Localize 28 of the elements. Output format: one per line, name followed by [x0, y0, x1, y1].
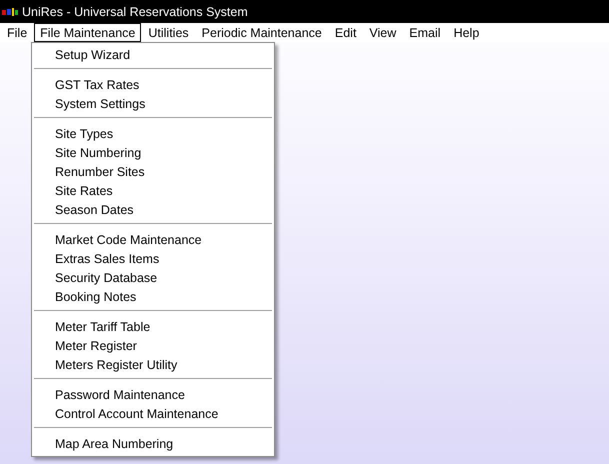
menu-item[interactable]: Site Types: [32, 124, 274, 143]
menu-bar-item[interactable]: Email: [403, 23, 447, 42]
menu-item[interactable]: System Settings: [32, 94, 274, 113]
menu-item[interactable]: Site Numbering: [32, 143, 274, 162]
menu-bar-item[interactable]: Periodic Maintenance: [196, 23, 328, 42]
menu-item[interactable]: Extras Sales Items: [32, 249, 274, 268]
menu-item[interactable]: Password Maintenance: [32, 385, 274, 404]
menu-item[interactable]: Setup Wizard: [32, 45, 274, 64]
menu-item[interactable]: Map Area Numbering: [32, 434, 274, 453]
menu-item[interactable]: Security Database: [32, 268, 274, 287]
menu-bar-item[interactable]: Help: [448, 23, 486, 42]
menu-item[interactable]: Site Rates: [32, 181, 274, 200]
window-title: UniRes - Universal Reservations System: [22, 4, 248, 18]
app-logo-icon: [2, 6, 18, 16]
menu-bar-item[interactable]: File Maintenance: [34, 23, 142, 42]
menu-bar-item[interactable]: Edit: [328, 23, 362, 42]
menu-bar-item[interactable]: Utilities: [142, 23, 195, 42]
menu-item[interactable]: GST Tax Rates: [32, 75, 274, 94]
menu-item[interactable]: Control Account Maintenance: [32, 404, 274, 423]
menu-item[interactable]: Market Code Maintenance: [32, 230, 274, 249]
menu-item[interactable]: Booking Notes: [32, 287, 274, 306]
menu-bar-item[interactable]: File: [1, 23, 34, 42]
menu-item[interactable]: Season Dates: [32, 200, 274, 219]
menu-item[interactable]: Meter Tariff Table: [32, 317, 274, 336]
menu-item[interactable]: Meter Register: [32, 336, 274, 355]
menu-item[interactable]: Renumber Sites: [32, 162, 274, 181]
menu-item[interactable]: Meters Register Utility: [32, 355, 274, 374]
menu-bar-item[interactable]: View: [363, 23, 402, 42]
